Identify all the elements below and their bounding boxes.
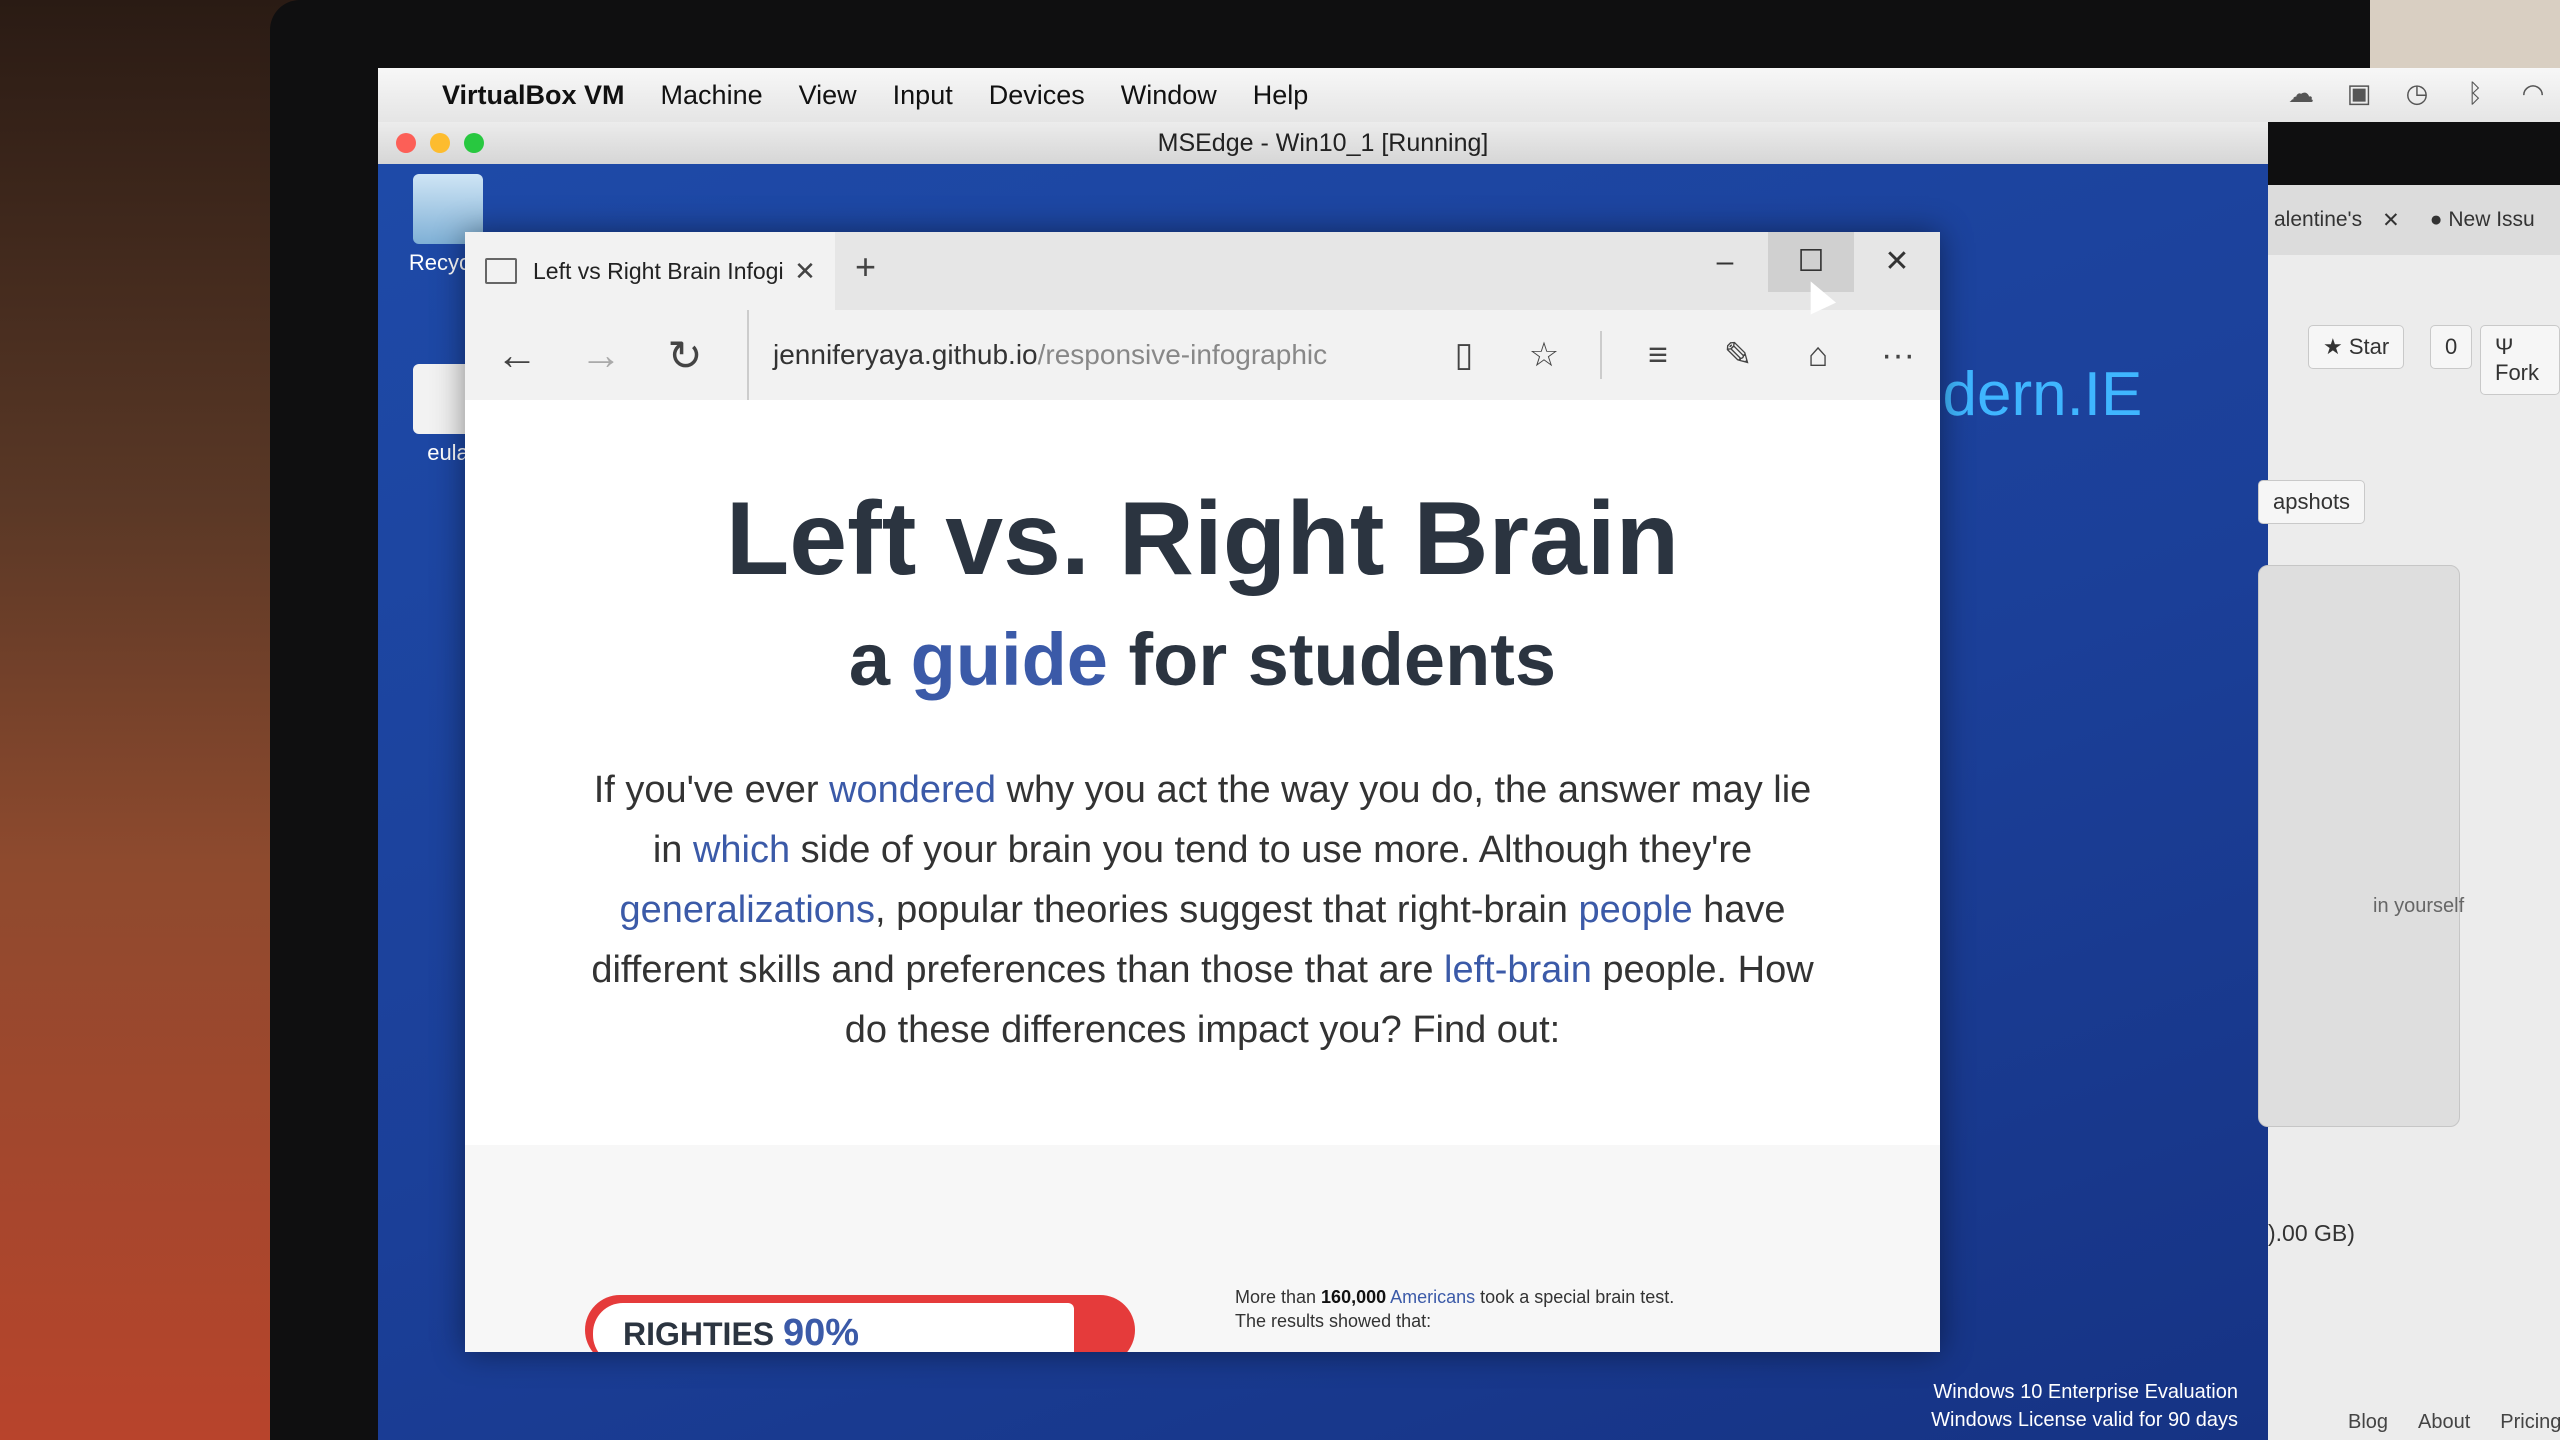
url-path: /responsive-infographic bbox=[1037, 339, 1328, 370]
nav-toolbar: ▯ ☆ ≡ ✎ ⌂ ··· bbox=[1440, 310, 1922, 400]
page-subtitle: a guide for students bbox=[465, 617, 1940, 702]
menu-help[interactable]: Help bbox=[1253, 80, 1309, 111]
fork-button[interactable]: Ψ Fork bbox=[2480, 325, 2560, 395]
hub-icon[interactable]: ≡ bbox=[1634, 336, 1682, 375]
stat-highlight: Americans bbox=[1390, 1287, 1476, 1307]
fork-icon: Ψ bbox=[2495, 334, 2514, 359]
mac-menu-bar: VirtualBox VM Machine View Input Devices… bbox=[378, 68, 2560, 122]
intro-text: , popular theories suggest that right-br… bbox=[875, 889, 1579, 931]
menu-view[interactable]: View bbox=[799, 80, 857, 111]
windows-eval-watermark: Windows 10 Enterprise Evaluation Windows… bbox=[1931, 1378, 2238, 1434]
infographic-section: RIGHTIES 90% More than 160,000 Americans… bbox=[465, 1145, 1940, 1352]
more-icon[interactable]: ··· bbox=[1874, 336, 1922, 375]
reading-view-icon[interactable]: ▯ bbox=[1440, 335, 1488, 375]
footer-link-pricing[interactable]: Pricing bbox=[2500, 1411, 2560, 1434]
host-tab-bar: alentine's ✕ ● New Issu bbox=[2268, 185, 2560, 255]
stat-text: More than bbox=[1235, 1287, 1322, 1307]
star-button[interactable]: ★ Star bbox=[2308, 325, 2405, 369]
stat-line-2: The results showed that: bbox=[1235, 1311, 1432, 1331]
github-icon: ● bbox=[2429, 208, 2443, 231]
refresh-icon[interactable]: ↻ bbox=[643, 331, 727, 380]
host-panel bbox=[2258, 565, 2460, 1127]
modern-ie-logo: odern.IE bbox=[1908, 360, 2143, 429]
close-icon[interactable]: ✕ bbox=[2382, 208, 2400, 233]
eval-line-1: Windows 10 Enterprise Evaluation bbox=[1933, 1381, 2238, 1403]
vm-title: MSEdge - Win10_1 [Running] bbox=[1157, 129, 1489, 157]
minimize-icon[interactable]: – bbox=[1682, 232, 1768, 292]
menu-status-area: ☁ ▣ ◷ ᛒ ◠ bbox=[2284, 78, 2550, 112]
righties-bar: RIGHTIES 90% bbox=[585, 1295, 1135, 1352]
star-count: 0 bbox=[2430, 325, 2473, 369]
subtitle-part: for students bbox=[1107, 618, 1557, 701]
menu-machine[interactable]: Machine bbox=[661, 80, 763, 111]
menu-window[interactable]: Window bbox=[1121, 80, 1217, 111]
favorite-star-icon[interactable]: ☆ bbox=[1520, 335, 1568, 375]
righties-label: RIGHTIES 90% bbox=[593, 1303, 1074, 1352]
display-icon[interactable]: ▣ bbox=[2342, 78, 2376, 112]
close-icon[interactable]: ✕ bbox=[1854, 232, 1940, 292]
intro-highlight: wondered bbox=[829, 769, 996, 811]
bar-label: RIGHTIES bbox=[623, 1316, 784, 1352]
fork-label: Fork bbox=[2495, 360, 2539, 385]
eval-line-2: Windows License valid for 90 days bbox=[1931, 1409, 2238, 1431]
intro-text: If you've ever bbox=[593, 769, 830, 811]
new-tab-button[interactable]: + bbox=[855, 246, 876, 288]
back-arrow-icon[interactable]: ← bbox=[475, 331, 559, 379]
browser-tab[interactable]: Left vs Right Brain Infogi ✕ bbox=[465, 232, 835, 310]
page-title: Left vs. Right Brain bbox=[725, 481, 1680, 597]
address-bar[interactable]: jenniferyaya.github.io/responsive-infogr… bbox=[747, 310, 1327, 400]
close-window-icon[interactable] bbox=[396, 133, 416, 153]
host-text-yourself: in yourself bbox=[2373, 895, 2465, 917]
zoom-window-icon[interactable] bbox=[464, 133, 484, 153]
host-footer-links: Blog About Pricing bbox=[2348, 1411, 2560, 1434]
intro-highlight: which bbox=[692, 829, 791, 871]
host-new-issue-tab[interactable]: New Issu bbox=[2448, 208, 2534, 232]
intro-highlight: left-brain bbox=[1444, 949, 1592, 991]
menu-devices[interactable]: Devices bbox=[989, 80, 1085, 111]
star-icon: ★ bbox=[2323, 334, 2343, 359]
snapshots-button[interactable]: apshots bbox=[2258, 480, 2366, 524]
menu-input[interactable]: Input bbox=[893, 80, 953, 111]
subtitle-part: a bbox=[848, 618, 911, 701]
intro-text: side of your brain you tend to use more.… bbox=[790, 829, 1753, 871]
bar-percent: 90% bbox=[783, 1312, 860, 1352]
page-icon bbox=[485, 258, 517, 284]
time-machine-icon[interactable]: ◷ bbox=[2400, 78, 2434, 112]
stat-number: 160,000 bbox=[1321, 1287, 1387, 1307]
stat-caption: More than 160,000 Americans took a speci… bbox=[1235, 1285, 1674, 1333]
minimize-window-icon[interactable] bbox=[430, 133, 450, 153]
toolbar-divider bbox=[1600, 331, 1602, 379]
wifi-icon[interactable]: ◠ bbox=[2516, 78, 2550, 112]
footer-link-about[interactable]: About bbox=[2418, 1411, 2470, 1434]
host-tab-label[interactable]: alentine's bbox=[2274, 208, 2362, 232]
hero-section: Left vs. Right Brain a guide for student… bbox=[465, 400, 1940, 1145]
subtitle-highlight: guide bbox=[910, 618, 1108, 701]
desk-surface bbox=[0, 0, 300, 1440]
edge-browser-window: Left vs Right Brain Infogi ✕ + – ☐ ✕ ← →… bbox=[465, 232, 1940, 1352]
tab-title: Left vs Right Brain Infogi bbox=[533, 257, 784, 284]
host-size-text: ).00 GB) bbox=[2268, 1220, 2355, 1246]
forward-arrow-icon[interactable]: → bbox=[559, 331, 643, 379]
page-content: Left vs. Right Brain a guide for student… bbox=[465, 400, 1940, 1352]
url-domain: jenniferyaya.github.io bbox=[773, 339, 1038, 370]
vm-title-bar: MSEdge - Win10_1 [Running] bbox=[378, 122, 2268, 165]
menu-app-name[interactable]: VirtualBox VM bbox=[442, 80, 625, 111]
web-note-icon[interactable]: ✎ bbox=[1714, 335, 1762, 375]
window-controls bbox=[396, 133, 484, 153]
share-icon[interactable]: ⌂ bbox=[1794, 336, 1842, 375]
footer-link-blog[interactable]: Blog bbox=[2348, 1411, 2388, 1434]
edge-nav-bar: ← → ↻ jenniferyaya.github.io/responsive-… bbox=[465, 310, 1940, 401]
desktop-icon-label: eula bbox=[427, 440, 469, 465]
close-tab-icon[interactable]: ✕ bbox=[785, 256, 825, 287]
edge-tab-bar: Left vs Right Brain Infogi ✕ + – ☐ ✕ bbox=[465, 232, 1940, 310]
star-label: Star bbox=[2348, 334, 2390, 359]
host-background-app: alentine's ✕ ● New Issu ★ Star 0 Ψ Fork … bbox=[2258, 185, 2560, 1440]
intro-highlight: people bbox=[1578, 889, 1693, 931]
stat-text: took a special brain test. bbox=[1475, 1287, 1675, 1307]
intro-paragraph: If you've ever wondered why you act the … bbox=[588, 760, 1818, 1060]
intro-highlight: generalizations bbox=[619, 889, 876, 931]
cloud-icon[interactable]: ☁ bbox=[2284, 78, 2318, 112]
bluetooth-icon[interactable]: ᛒ bbox=[2458, 78, 2492, 112]
